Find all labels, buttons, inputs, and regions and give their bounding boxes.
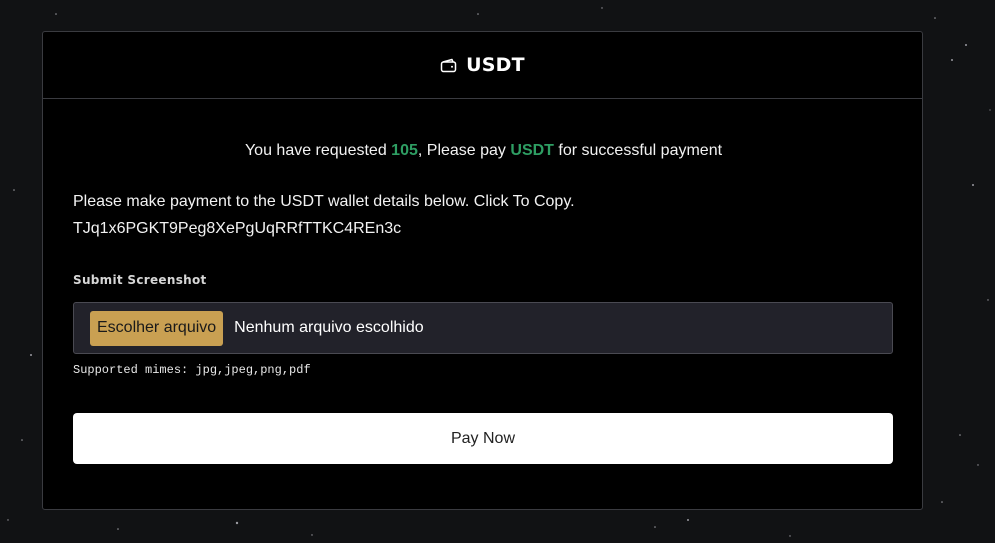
- request-summary: You have requested 105, Please pay USDT …: [43, 142, 924, 160]
- choose-file-button[interactable]: Escolher arquivo: [90, 310, 224, 346]
- request-prefix: You have requested: [244, 142, 387, 159]
- page-title: USDT: [466, 54, 525, 76]
- card-header: USDT: [43, 32, 922, 99]
- supported-mimes-hint: Supported mimes: jpg,jpeg,png,pdf: [73, 363, 311, 377]
- wallet-address-copy[interactable]: TJq1x6PGKT9Peg8XePgUqRRfTTKC4REn3c: [73, 220, 401, 238]
- request-middle: , Please pay: [417, 142, 506, 159]
- upload-label: Submit Screenshot: [73, 273, 207, 287]
- payment-instruction: Please make payment to the USDT wallet d…: [73, 193, 575, 210]
- screenshot-file-input[interactable]: Escolher arquivo Nenhum arquivo escolhid…: [73, 302, 893, 354]
- pay-now-button[interactable]: Pay Now: [73, 413, 893, 464]
- wallet-icon: [440, 58, 457, 73]
- file-status-text: Nenhum arquivo escolhido: [234, 319, 424, 336]
- payment-currency: USDT: [510, 142, 554, 159]
- payment-card: USDT You have requested 105, Please pay …: [42, 31, 923, 510]
- requested-amount: 105: [391, 142, 418, 159]
- request-suffix: for successful payment: [558, 142, 723, 159]
